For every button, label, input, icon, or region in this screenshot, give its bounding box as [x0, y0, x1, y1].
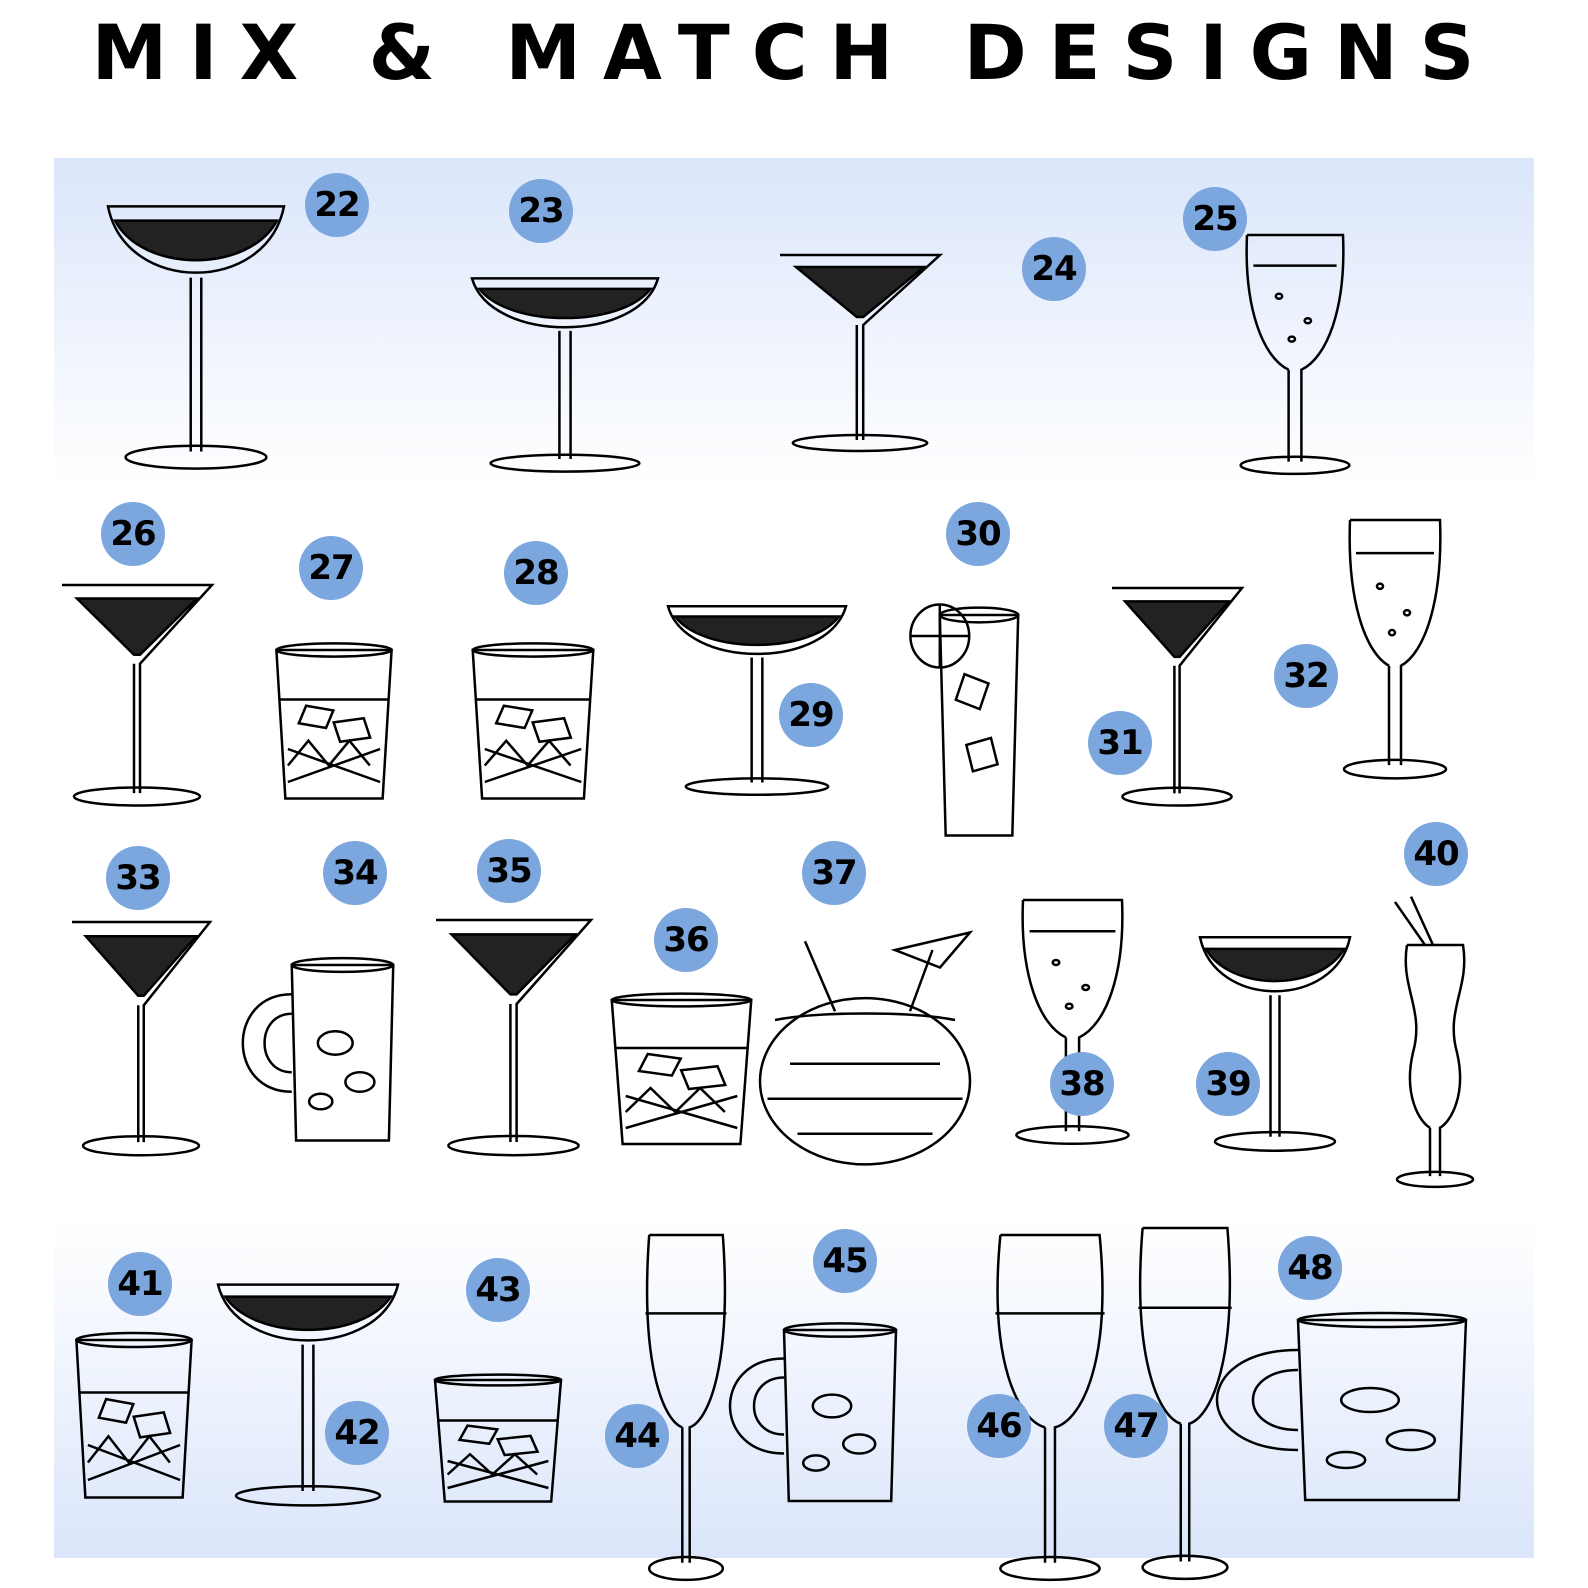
drink-illustration-37 [790, 985, 940, 1160]
drink-illustration-43 [428, 1380, 568, 1515]
drink-illustration-24 [780, 255, 940, 455]
drink-illustration-46 [988, 1235, 1112, 1520]
design-number-badge-25: 25 [1183, 187, 1247, 251]
design-number-badge-38: 38 [1050, 1052, 1114, 1116]
drink-illustration-27 [270, 650, 398, 815]
design-number-badge-39: 39 [1196, 1052, 1260, 1116]
design-number-badge-28: 28 [504, 541, 568, 605]
drink-illustration-40 [1385, 945, 1485, 1160]
design-number-badge-40: 40 [1404, 822, 1468, 886]
drink-illustration-47 [1132, 1228, 1238, 1518]
design-number-badge-29: 29 [779, 683, 843, 747]
page-title: MIX & MATCH DESIGNS [91, 8, 1497, 97]
design-number-badge-44: 44 [605, 1404, 669, 1468]
drink-illustration-35 [436, 920, 591, 1160]
design-number-badge-23: 23 [509, 179, 573, 243]
drink-illustration-45 [760, 1330, 920, 1520]
design-number-badge-30: 30 [946, 502, 1010, 566]
drink-illustration-44 [640, 1235, 732, 1520]
drink-illustration-31 [1112, 588, 1242, 810]
design-number-badge-48: 48 [1278, 1236, 1342, 1300]
drink-illustration-30 [930, 615, 1028, 825]
design-number-badge-43: 43 [466, 1258, 530, 1322]
design-number-badge-46: 46 [967, 1394, 1031, 1458]
drink-illustration-25 [1215, 235, 1375, 480]
design-number-badge-34: 34 [323, 841, 387, 905]
design-number-badge-47: 47 [1104, 1394, 1168, 1458]
design-number-badge-22: 22 [305, 173, 369, 237]
drink-illustration-41 [70, 1340, 198, 1515]
design-number-badge-35: 35 [477, 839, 541, 903]
design-number-badge-27: 27 [299, 536, 363, 600]
drink-illustration-26 [62, 585, 212, 810]
design-number-badge-41: 41 [108, 1252, 172, 1316]
design-number-badge-37: 37 [802, 841, 866, 905]
design-number-badge-32: 32 [1274, 644, 1338, 708]
design-number-badge-33: 33 [106, 846, 170, 910]
drink-illustration-32 [1320, 520, 1470, 785]
design-number-badge-31: 31 [1088, 711, 1152, 775]
drink-illustration-39 [1200, 928, 1350, 1160]
design-number-badge-36: 36 [654, 908, 718, 972]
drink-illustration-34 [270, 965, 415, 1160]
design-number-badge-45: 45 [813, 1229, 877, 1293]
design-number-badge-26: 26 [101, 502, 165, 566]
design-number-badge-24: 24 [1022, 237, 1086, 301]
drink-illustration-42 [218, 1275, 398, 1515]
drink-illustration-23 [472, 270, 658, 480]
drink-illustration-28 [466, 650, 600, 815]
drink-illustration-22 [108, 195, 284, 480]
design-number-badge-42: 42 [325, 1401, 389, 1465]
drink-illustration-33 [72, 922, 210, 1160]
drink-illustration-48 [1262, 1320, 1502, 1520]
drink-illustration-36 [604, 1000, 759, 1160]
